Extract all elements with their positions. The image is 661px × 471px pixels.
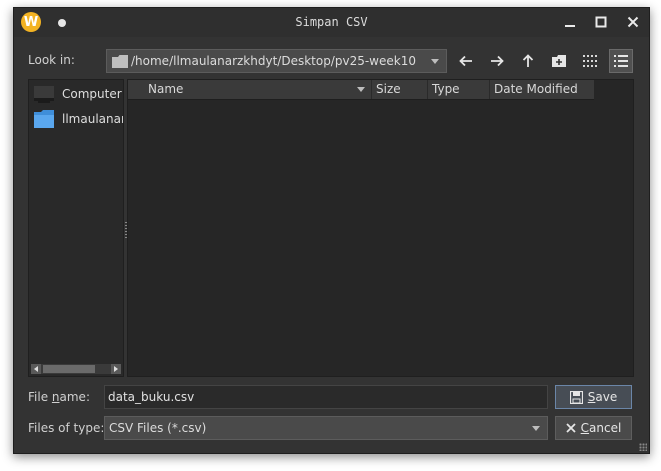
new-folder-icon xyxy=(552,55,566,67)
label-text: File xyxy=(28,390,52,404)
save-button[interactable]: Save xyxy=(555,385,632,409)
places-sidebar[interactable]: Computer llmaulanar xyxy=(28,79,124,377)
new-folder-button[interactable] xyxy=(547,49,571,73)
look-in-path: /home/llmaulanarzkhdyt/Desktop/pv25-week… xyxy=(131,54,416,68)
cancel-button[interactable]: Cancel xyxy=(555,416,632,440)
close-icon xyxy=(627,16,639,28)
minimize-icon xyxy=(565,25,575,27)
scroll-right-icon xyxy=(114,366,118,372)
back-button[interactable] xyxy=(454,49,478,73)
grid-view-icon xyxy=(583,55,597,67)
forward-button[interactable] xyxy=(485,49,509,73)
label-text: ame: xyxy=(59,390,90,404)
minimize-button[interactable] xyxy=(560,12,580,32)
cancel-button-label: Cancel xyxy=(581,421,622,435)
scroll-right-button[interactable] xyxy=(111,364,121,374)
sidebar-item-computer[interactable]: Computer xyxy=(29,82,123,106)
save-dialog-window: W Simpan CSV Look in: /home/llmaulanarzk… xyxy=(13,7,650,454)
arrow-up-icon xyxy=(522,54,534,67)
maximize-button[interactable] xyxy=(591,12,611,32)
window-title: Simpan CSV xyxy=(295,15,368,29)
label-text: ancel xyxy=(589,421,622,435)
column-header-label: Type xyxy=(432,82,460,96)
save-icon xyxy=(569,390,583,404)
detail-view-button[interactable] xyxy=(609,49,633,73)
column-header-label: Name xyxy=(148,82,184,96)
file-name-input[interactable]: data_buku.csv xyxy=(104,385,548,409)
file-list-view[interactable]: Name Size Type Date Modified xyxy=(127,79,634,377)
folder-icon xyxy=(112,55,128,68)
sidebar-horizontal-scrollbar[interactable] xyxy=(31,364,121,374)
column-header-label: Size xyxy=(376,82,401,96)
label-text: ave xyxy=(595,390,618,404)
column-header-name[interactable]: Name xyxy=(128,80,372,99)
file-name-label: File name: xyxy=(28,390,90,404)
title-bar: W Simpan CSV xyxy=(14,8,649,37)
sidebar-item-label: llmaulanar xyxy=(62,112,124,126)
look-in-label: Look in: xyxy=(28,53,75,67)
arrow-right-icon xyxy=(491,55,504,67)
close-icon xyxy=(566,423,576,433)
chevron-down-icon xyxy=(431,59,439,64)
folder-icon xyxy=(34,110,54,128)
maximize-icon xyxy=(595,16,607,28)
sidebar-item-home[interactable]: llmaulanar xyxy=(29,107,124,131)
column-header-type[interactable]: Type xyxy=(428,80,490,99)
file-list-header: Name Size Type Date Modified xyxy=(128,80,594,100)
computer-icon xyxy=(34,86,54,103)
scroll-left-button[interactable] xyxy=(31,364,41,374)
column-header-date-modified[interactable]: Date Modified xyxy=(490,80,594,99)
sort-indicator-icon xyxy=(357,87,365,92)
column-header-label: Date Modified xyxy=(494,82,578,96)
label-mnemonic: n xyxy=(51,390,60,404)
column-header-size[interactable]: Size xyxy=(372,80,428,99)
label-mnemonic: C xyxy=(580,421,590,435)
resize-grip[interactable] xyxy=(639,443,647,451)
file-type-value: CSV Files (*.csv) xyxy=(109,421,207,435)
icon-view-button[interactable] xyxy=(578,49,602,73)
sidebar-item-label: Computer xyxy=(62,87,122,101)
file-type-combo[interactable]: CSV Files (*.csv) xyxy=(104,416,548,440)
save-button-label: Save xyxy=(588,390,617,404)
look-in-combo[interactable]: /home/llmaulanarzkhdyt/Desktop/pv25-week… xyxy=(106,49,447,73)
chevron-down-icon xyxy=(532,426,540,431)
close-button[interactable] xyxy=(623,12,643,32)
list-view-icon xyxy=(614,55,628,67)
parent-directory-button[interactable] xyxy=(516,49,540,73)
file-type-label: Files of type: xyxy=(28,421,105,435)
scroll-left-icon xyxy=(34,366,38,372)
scrollbar-thumb[interactable] xyxy=(43,365,95,373)
arrow-left-icon xyxy=(459,55,472,67)
